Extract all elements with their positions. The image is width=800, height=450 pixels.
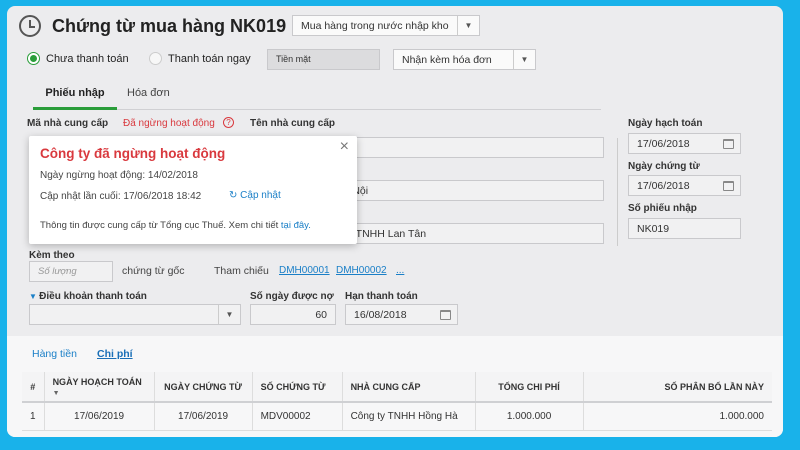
tab-phieu-nhap[interactable]: Phiếu nhập [33, 87, 117, 110]
invoice-select[interactable]: Nhận kèm hóa đơn ▼ [393, 49, 536, 70]
col-index: # [22, 372, 45, 403]
help-icon[interactable]: ? [223, 117, 234, 128]
triangle-down-icon: ▼ [29, 292, 40, 301]
sort-down-icon[interactable]: ▼ [53, 390, 60, 397]
history-icon[interactable] [19, 15, 41, 37]
voucher-type-value: Mua hàng trong nước nhập kho [301, 20, 449, 32]
col-posting-date[interactable]: NGÀY HOẠCH TOÁN ▼ [44, 372, 155, 403]
reference-link-2[interactable]: DMH00002 [336, 265, 387, 276]
more-references[interactable]: ... [396, 265, 404, 276]
refresh-icon: ↻ [229, 190, 241, 201]
due-date-field[interactable]: 16/08/2018 [345, 304, 458, 325]
payment-terms-select[interactable]: ▼ [29, 304, 241, 325]
update-button[interactable]: ↻ Cập nhật [229, 190, 281, 201]
col-voucher-date: NGÀY CHỨNG TỪ [154, 372, 253, 403]
supplier-code-label: Mã nhà cung cấp [27, 118, 109, 129]
voucher-window: Chứng từ mua hàng NK019 Mua hàng trong n… [7, 6, 783, 437]
supplier-name-field[interactable]: Tân [327, 137, 604, 158]
table-row[interactable]: 1 17/06/2019 17/06/2019 MDV00002 Công ty… [22, 402, 772, 431]
expense-table: # NGÀY HOẠCH TOÁN ▼ NGÀY CHỨNG TỪ SỐ CHỨ… [22, 372, 772, 431]
radio-paid-now[interactable]: Thanh toán ngay [149, 52, 251, 65]
subtab-hang-tien[interactable]: Hàng tiền [32, 348, 77, 360]
reference-label: Tham chiếu [214, 265, 269, 277]
cell-voucher-no: MDV00002 [252, 402, 343, 431]
calendar-icon[interactable] [723, 139, 734, 149]
popup-info-text: Thông tin được cung cấp từ Tổng cục Thuế… [40, 220, 281, 231]
due-date-label: Hạn thanh toán [345, 291, 418, 302]
update-label: Cập nhật [240, 190, 281, 201]
supplier-name-label: Tên nhà cung cấp [250, 118, 336, 129]
page-title: Chứng từ mua hàng NK019 [52, 16, 287, 36]
payment-method-field: Tiền mặt [267, 49, 380, 70]
cell-posting-date: 17/06/2019 [44, 402, 155, 431]
credit-days-label: Số ngày được nợ [250, 291, 334, 302]
invoice-select-value: Nhận kèm hóa đơn [402, 54, 492, 66]
supplier-status: Đã ngừng hoạt động [123, 118, 215, 129]
payment-terms-label[interactable]: ▼ Điều khoản thanh toán [29, 291, 147, 302]
posting-date-label: Ngày hạch toán [628, 118, 703, 129]
radio-unchecked-icon [149, 52, 162, 65]
col-total-cost: TỔNG CHI PHÍ [475, 372, 584, 403]
voucher-type-select[interactable]: Mua hàng trong nước nhập kho ▼ [292, 15, 480, 36]
calendar-icon[interactable] [723, 181, 734, 191]
voucher-date-field[interactable]: 17/06/2018 [628, 175, 741, 196]
posting-date-value: 17/06/2018 [637, 138, 690, 150]
radio-paid-now-label: Thanh toán ngay [168, 52, 251, 65]
popup-last-update: Cập nhật lần cuối: 17/06/2018 18:42 [40, 191, 202, 202]
col-supplier: NHÀ CUNG CẤP [342, 372, 476, 403]
voucher-date-label: Ngày chứng từ [628, 161, 700, 172]
tab-hoa-don[interactable]: Hóa đơn [127, 87, 170, 99]
cell-index: 1 [22, 402, 45, 431]
cell-supplier: Công ty TNHH Hồng Hà [342, 402, 476, 431]
column-divider [617, 138, 618, 246]
receipt-no-label: Số phiếu nhập [628, 203, 697, 214]
calendar-icon[interactable] [440, 310, 451, 320]
chevron-down-icon: ▼ [513, 50, 535, 69]
popup-title: Công ty đã ngừng hoạt động [40, 146, 226, 161]
col-allocated: SỐ PHÂN BỔ LẦN NÀY [583, 372, 772, 403]
quantity-field[interactable]: Số lượng [29, 261, 113, 282]
tabs-divider [117, 109, 601, 110]
col-posting-date-label: NGÀY HOẠCH TOÁN [52, 376, 142, 387]
cell-allocated: 1.000.000 [583, 402, 772, 431]
posting-date-field[interactable]: 17/06/2018 [628, 133, 741, 154]
receipt-no-field[interactable]: NK019 [628, 218, 741, 239]
radio-checked-icon [27, 52, 40, 65]
radio-unpaid-label: Chưa thanh toán [46, 52, 129, 65]
original-docs-label: chứng từ gốc [122, 265, 185, 277]
details-link[interactable]: tại đây. [281, 220, 311, 231]
description-field[interactable]: g ty TNHH Lan Tân [327, 223, 604, 244]
payment-terms-text: Điều khoản thanh toán [39, 291, 147, 302]
chevron-down-icon: ▼ [218, 305, 240, 324]
address-field[interactable]: Hà Nội [327, 180, 604, 201]
cell-total-cost: 1.000.000 [475, 402, 584, 431]
col-voucher-no: SỐ CHỨNG TỪ [252, 372, 343, 403]
popup-stop-date: Ngày ngừng hoạt động: 14/02/2018 [40, 170, 198, 181]
popup-info: Thông tin được cung cấp từ Tổng cục Thuế… [40, 220, 311, 231]
voucher-date-value: 17/06/2018 [637, 180, 690, 192]
reference-link-1[interactable]: DMH00001 [279, 265, 330, 276]
close-icon[interactable]: × [340, 138, 349, 156]
subtab-chi-phi[interactable]: Chi phí [97, 348, 133, 360]
chevron-down-icon: ▼ [457, 16, 479, 35]
attached-label: Kèm theo [29, 250, 75, 261]
cell-voucher-date: 17/06/2019 [154, 402, 253, 431]
due-date-value: 16/08/2018 [354, 309, 407, 321]
credit-days-field[interactable]: 60 [250, 304, 336, 325]
radio-unpaid[interactable]: Chưa thanh toán [27, 52, 129, 65]
supplier-status-popup: × Công ty đã ngừng hoạt động Ngày ngừng … [29, 136, 357, 244]
